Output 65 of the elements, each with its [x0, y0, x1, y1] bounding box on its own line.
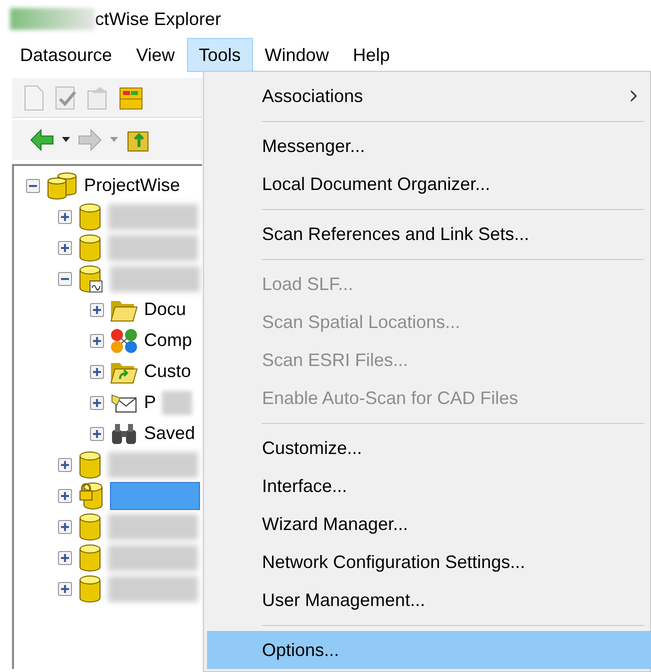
expand-toggle[interactable] — [58, 582, 72, 596]
menu-item[interactable]: Wizard Manager... — [207, 505, 651, 543]
menu-item[interactable]: View — [124, 38, 187, 72]
back-arrow-icon[interactable] — [30, 129, 54, 151]
minus-icon — [29, 184, 37, 186]
expand-toggle[interactable] — [90, 364, 104, 378]
plus-icon — [61, 584, 69, 592]
plus-icon — [61, 244, 69, 252]
tree-item[interactable]: Docu — [144, 296, 186, 323]
plus-icon — [93, 368, 101, 376]
expand-toggle[interactable] — [58, 240, 72, 254]
components-icon — [110, 328, 138, 354]
menu-item[interactable]: Scan References and Link Sets... — [207, 215, 651, 253]
tree-item[interactable]: ProjectWise — [84, 172, 180, 199]
database-icon — [78, 202, 102, 230]
expand-toggle[interactable] — [58, 458, 72, 472]
expand-toggle[interactable] — [90, 426, 104, 440]
plus-icon — [93, 430, 101, 438]
tree-item[interactable]: Comp — [144, 327, 192, 354]
window-title: ctWise Explorer — [95, 8, 222, 31]
menu-item[interactable]: Local Document Organizer... — [207, 165, 651, 203]
plus-icon — [61, 554, 69, 562]
minus-icon — [61, 278, 69, 280]
database-linked-icon — [78, 264, 104, 292]
expand-toggle[interactable] — [90, 302, 104, 316]
caret-icon[interactable] — [62, 137, 70, 143]
menu-item[interactable]: Tools — [186, 38, 253, 72]
binoculars-icon — [110, 422, 138, 446]
expand-toggle[interactable] — [90, 334, 104, 348]
menu-item[interactable]: Customize... — [207, 429, 651, 467]
menu-item[interactable]: Associations — [207, 77, 651, 115]
collapse-toggle[interactable] — [58, 272, 72, 286]
database-icon — [78, 450, 102, 478]
tree-item[interactable]: Custo — [144, 358, 192, 385]
menu-item[interactable]: Messenger... — [207, 127, 651, 165]
database-icon — [78, 512, 102, 540]
menu-item[interactable]: Network Configuration Settings... — [207, 543, 651, 581]
plus-icon — [93, 306, 101, 314]
plus-icon — [61, 492, 69, 500]
expand-toggle[interactable] — [58, 210, 72, 224]
plus-icon — [93, 398, 101, 406]
databases-icon — [46, 172, 78, 200]
database-icon — [78, 574, 102, 602]
menu-item[interactable]: Interface... — [207, 467, 651, 505]
menu-item[interactable]: Window — [252, 38, 341, 72]
expand-toggle[interactable] — [58, 488, 72, 502]
tree-item[interactable]: Saved — [144, 420, 196, 447]
menu-item[interactable]: Datasource — [8, 38, 124, 72]
menu-item[interactable]: Options... — [207, 631, 651, 669]
plus-icon — [61, 212, 69, 220]
menu-item[interactable]: Help — [340, 38, 402, 72]
expand-toggle[interactable] — [58, 550, 72, 564]
expand-toggle[interactable] — [58, 520, 72, 534]
tree-item[interactable]: P — [144, 389, 156, 416]
plus-icon — [93, 336, 101, 344]
menu-item[interactable]: User Management... — [207, 581, 651, 619]
cabinet-icon[interactable] — [118, 84, 144, 110]
expand-toggle[interactable] — [90, 396, 104, 410]
database-locked-icon — [78, 482, 104, 510]
plus-icon — [61, 460, 69, 468]
database-icon — [78, 544, 102, 572]
database-icon — [78, 234, 102, 262]
checklist-icon[interactable] — [54, 84, 78, 110]
plus-icon — [61, 522, 69, 530]
collapse-toggle[interactable] — [26, 178, 40, 192]
